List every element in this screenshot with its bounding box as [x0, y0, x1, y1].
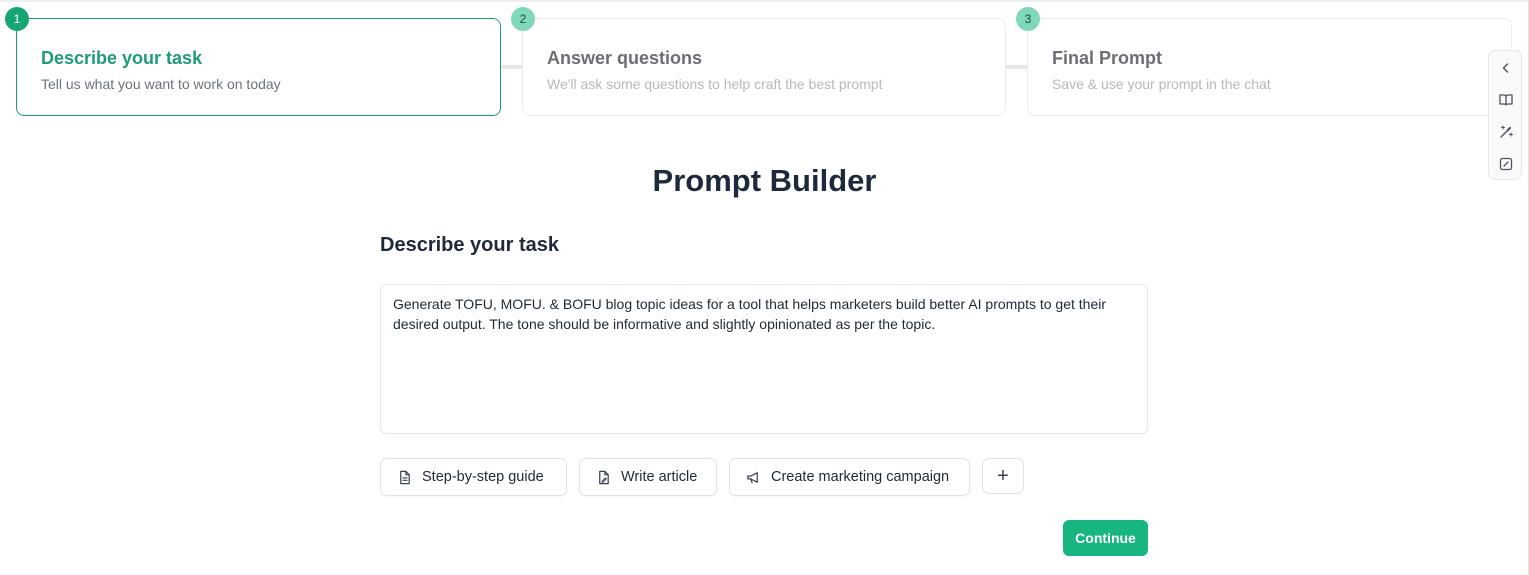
suggestion-step-by-step-guide[interactable]: Step-by-step guide — [380, 458, 567, 496]
document-icon — [397, 469, 413, 485]
top-divider — [0, 0, 1529, 2]
suggestion-label: Step-by-step guide — [422, 469, 544, 485]
step-description: Tell us what you want to work on today — [41, 76, 281, 92]
step-number-badge: 2 — [511, 7, 535, 31]
step-title: Answer questions — [547, 48, 703, 68]
step-number-badge: 1 — [5, 7, 29, 31]
suggestion-create-marketing-campaign[interactable]: Create marketing campaign — [729, 458, 970, 496]
magic-wand-icon[interactable] — [1496, 122, 1516, 142]
task-description-input[interactable]: Generate TOFU, MOFU. & BOFU blog topic i… — [380, 284, 1148, 434]
step-description: We'll ask some questions to help craft t… — [547, 76, 883, 92]
suggestion-label: Write article — [621, 469, 698, 485]
add-suggestion-button[interactable]: + — [982, 458, 1024, 494]
step-title: Final Prompt — [1052, 48, 1163, 68]
suggestion-label: Create marketing campaign — [771, 469, 950, 485]
step-describe-task[interactable]: Describe your task Tell us what you want… — [16, 18, 501, 116]
side-toolbar — [1488, 50, 1522, 180]
section-title: Describe your task — [380, 234, 559, 256]
step-answer-questions[interactable]: Answer questions We'll ask some question… — [522, 18, 1006, 116]
prompt-builder-page: Describe your task Tell us what you want… — [0, 0, 1529, 575]
chevron-left-icon[interactable] — [1496, 58, 1516, 78]
step-number-badge: 3 — [1016, 7, 1040, 31]
suggestion-write-article[interactable]: Write article — [579, 458, 717, 496]
step-description: Save & use your prompt in the chat — [1052, 76, 1271, 92]
plus-icon: + — [997, 465, 1009, 487]
step-final-prompt[interactable]: Final Prompt Save & use your prompt in t… — [1027, 18, 1512, 116]
file-edit-icon — [596, 469, 612, 485]
step-title: Describe your task — [41, 48, 203, 68]
continue-button[interactable]: Continue — [1063, 520, 1148, 556]
book-open-icon[interactable] — [1496, 90, 1516, 110]
step-connector — [500, 65, 522, 69]
step-connector — [1005, 65, 1027, 69]
megaphone-icon — [746, 469, 762, 485]
page-title: Prompt Builder — [652, 163, 877, 198]
